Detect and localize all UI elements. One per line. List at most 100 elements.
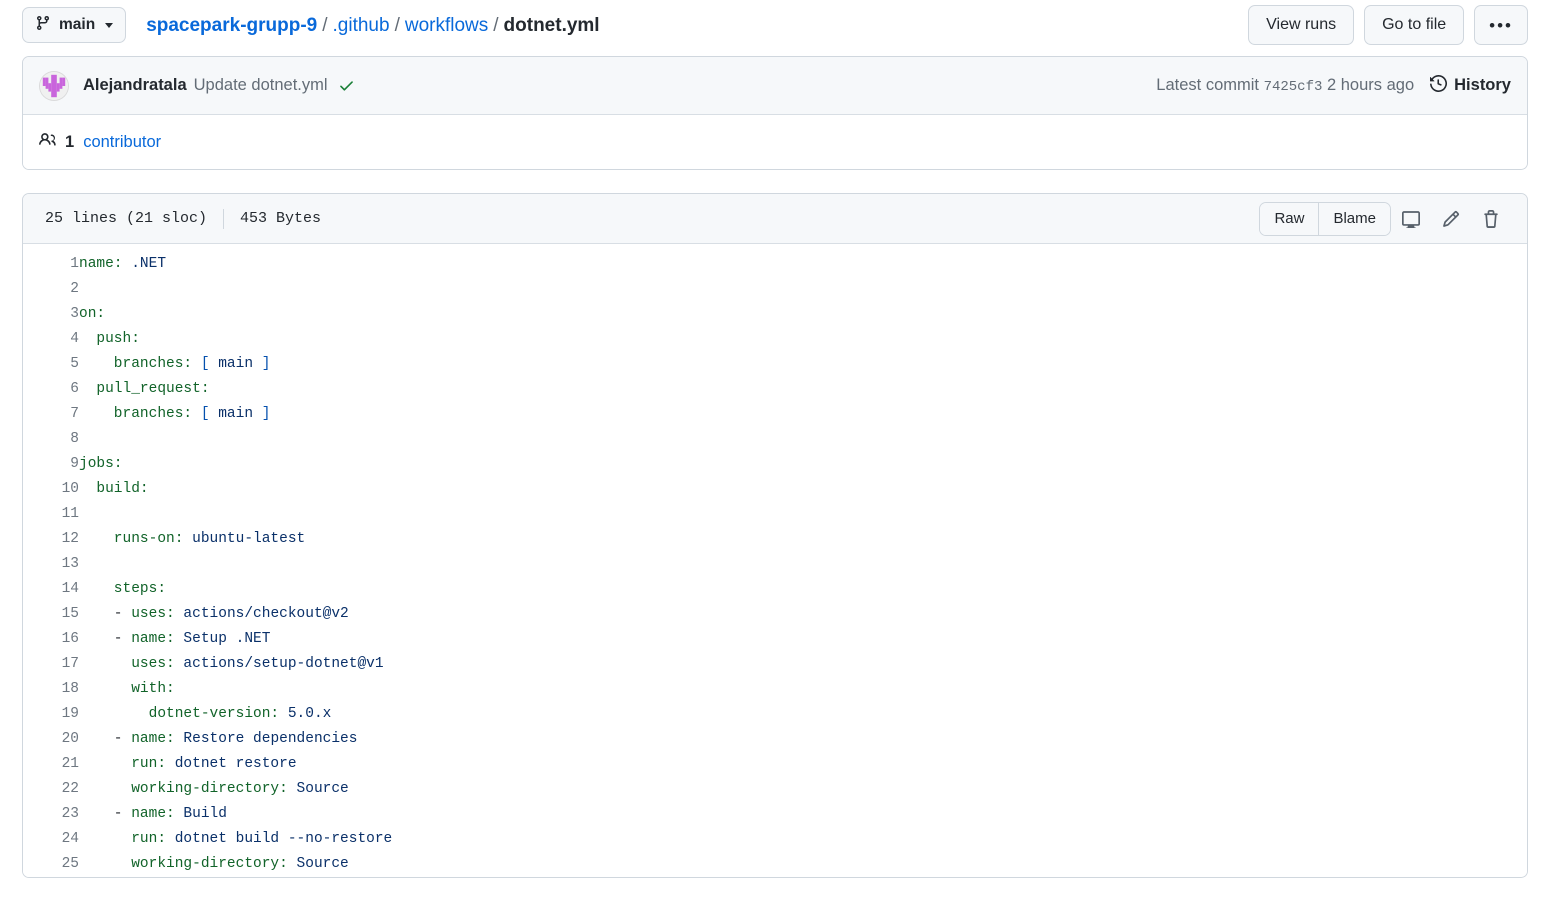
view-runs-button[interactable]: View runs xyxy=(1248,5,1355,45)
line-content: - name: Restore dependencies xyxy=(79,727,1527,752)
latest-commit-label: Latest commit xyxy=(1156,76,1259,94)
blame-button[interactable]: Blame xyxy=(1318,202,1390,235)
line-number[interactable]: 21 xyxy=(23,752,79,777)
line-content xyxy=(79,427,1527,452)
line-number[interactable]: 24 xyxy=(23,827,79,852)
code-line-row: 12 runs-on: ubuntu-latest xyxy=(23,527,1527,552)
line-number[interactable]: 25 xyxy=(23,852,79,877)
line-number[interactable]: 16 xyxy=(23,627,79,652)
meta-divider xyxy=(223,208,225,229)
code-token: Setup .NET xyxy=(174,631,271,647)
code-line-row: 14 steps: xyxy=(23,577,1527,602)
code-line-row: 3 on: xyxy=(23,302,1527,327)
breadcrumb-repo-link[interactable]: spacepark-grupp-9 xyxy=(146,15,317,36)
code-line-row: 2 xyxy=(23,277,1527,302)
line-number[interactable]: 9 xyxy=(23,452,79,477)
code-token: Source xyxy=(287,781,349,797)
code-line-row: 17 uses: actions/setup-dotnet@v1 xyxy=(23,652,1527,677)
code-line-row: 23 - name: Build xyxy=(23,802,1527,827)
code-token: on: xyxy=(79,306,106,322)
code-line-row: 5 branches: [ main ] xyxy=(23,352,1527,377)
line-content: runs-on: ubuntu-latest xyxy=(79,527,1527,552)
line-number[interactable]: 14 xyxy=(23,577,79,602)
file-header-toolbar: 25 lines (21 sloc) 453 Bytes Raw Blame xyxy=(23,194,1527,244)
line-number[interactable]: 10 xyxy=(23,477,79,502)
commit-sha-link[interactable]: 7425cf3 xyxy=(1264,79,1323,95)
breadcrumb-segment-workflows[interactable]: workflows xyxy=(405,15,488,36)
code-line-row: 25 working-directory: Source xyxy=(23,852,1527,877)
line-content: run: dotnet restore xyxy=(79,752,1527,777)
code-line-row: 6 pull_request: xyxy=(23,377,1527,402)
more-options-button[interactable]: ••• xyxy=(1474,5,1528,45)
line-content: name: .NET xyxy=(79,252,1527,277)
history-link[interactable]: History xyxy=(1430,74,1511,97)
line-number[interactable]: 2 xyxy=(23,277,79,302)
file-content-box: 25 lines (21 sloc) 453 Bytes Raw Blame 1… xyxy=(22,193,1528,878)
code-token: - xyxy=(79,606,132,622)
line-content: - name: Setup .NET xyxy=(79,627,1527,652)
code-token: Source xyxy=(287,856,349,872)
contributors-row[interactable]: 1 contributor xyxy=(23,115,1527,169)
breadcrumb-segment-github[interactable]: .github xyxy=(333,15,390,36)
code-token: run: xyxy=(79,831,167,847)
line-content: branches: [ main ] xyxy=(79,352,1527,377)
line-content: on: xyxy=(79,302,1527,327)
contributor-count: 1 xyxy=(65,132,75,151)
line-number[interactable]: 1 xyxy=(23,252,79,277)
pencil-icon[interactable] xyxy=(1431,203,1471,235)
line-number[interactable]: 8 xyxy=(23,427,79,452)
line-number[interactable]: 22 xyxy=(23,777,79,802)
line-number[interactable]: 11 xyxy=(23,502,79,527)
line-number[interactable]: 6 xyxy=(23,377,79,402)
code-line-row: 10 build: xyxy=(23,477,1527,502)
raw-button[interactable]: Raw xyxy=(1260,202,1319,235)
desktop-download-icon[interactable] xyxy=(1391,203,1431,235)
line-number[interactable]: 17 xyxy=(23,652,79,677)
line-number[interactable]: 23 xyxy=(23,802,79,827)
code-line-row: 4 push: xyxy=(23,327,1527,352)
code-token: pull_request: xyxy=(79,381,210,397)
breadcrumb-current-file: dotnet.yml xyxy=(503,14,600,36)
code-token: dotnet-version: xyxy=(79,706,280,722)
line-content: uses: actions/setup-dotnet@v1 xyxy=(79,652,1527,677)
file-navigation-actions: View runs Go to file ••• xyxy=(1248,5,1528,45)
code-token: build: xyxy=(79,481,149,497)
contributor-label[interactable]: contributor xyxy=(83,133,161,152)
commit-author-link[interactable]: Alejandratala xyxy=(83,76,187,95)
line-number[interactable]: 20 xyxy=(23,727,79,752)
line-number[interactable]: 18 xyxy=(23,677,79,702)
code-token: branches: xyxy=(79,356,193,372)
line-content: steps: xyxy=(79,577,1527,602)
line-number[interactable]: 4 xyxy=(23,327,79,352)
line-content: push: xyxy=(79,327,1527,352)
go-to-file-button[interactable]: Go to file xyxy=(1364,5,1465,45)
check-icon[interactable] xyxy=(338,77,355,94)
code-line-row: 9 jobs: xyxy=(23,452,1527,477)
commit-message-link[interactable]: Update dotnet.yml xyxy=(194,76,328,95)
code-token: dotnet restore xyxy=(166,756,297,772)
history-label: History xyxy=(1454,76,1511,94)
line-number[interactable]: 12 xyxy=(23,527,79,552)
code-line-row: 7 branches: [ main ] xyxy=(23,402,1527,427)
file-size: 453 Bytes xyxy=(240,210,322,227)
code-token: ] xyxy=(261,356,271,372)
latest-commit-header: Alejandratala Update dotnet.yml Latest c… xyxy=(23,57,1527,115)
line-number[interactable]: 13 xyxy=(23,552,79,577)
line-number[interactable]: 19 xyxy=(23,702,79,727)
code-line-row: 21 run: dotnet restore xyxy=(23,752,1527,777)
line-content xyxy=(79,277,1527,302)
line-content: working-directory: Source xyxy=(79,852,1527,877)
branch-selector-button[interactable]: main xyxy=(22,7,127,43)
commit-meta: Latest commit 7425cf3 2 hours ago Histor… xyxy=(1156,74,1511,97)
line-content: jobs: xyxy=(79,452,1527,477)
line-number[interactable]: 7 xyxy=(23,402,79,427)
line-number[interactable]: 15 xyxy=(23,602,79,627)
code-token: ] xyxy=(261,406,271,422)
trash-icon[interactable] xyxy=(1471,203,1511,235)
code-line-row: 16 - name: Setup .NET xyxy=(23,627,1527,652)
line-number[interactable]: 3 xyxy=(23,302,79,327)
code-token: 5.0.x xyxy=(279,706,332,722)
line-number[interactable]: 5 xyxy=(23,352,79,377)
chevron-down-icon xyxy=(105,22,114,28)
